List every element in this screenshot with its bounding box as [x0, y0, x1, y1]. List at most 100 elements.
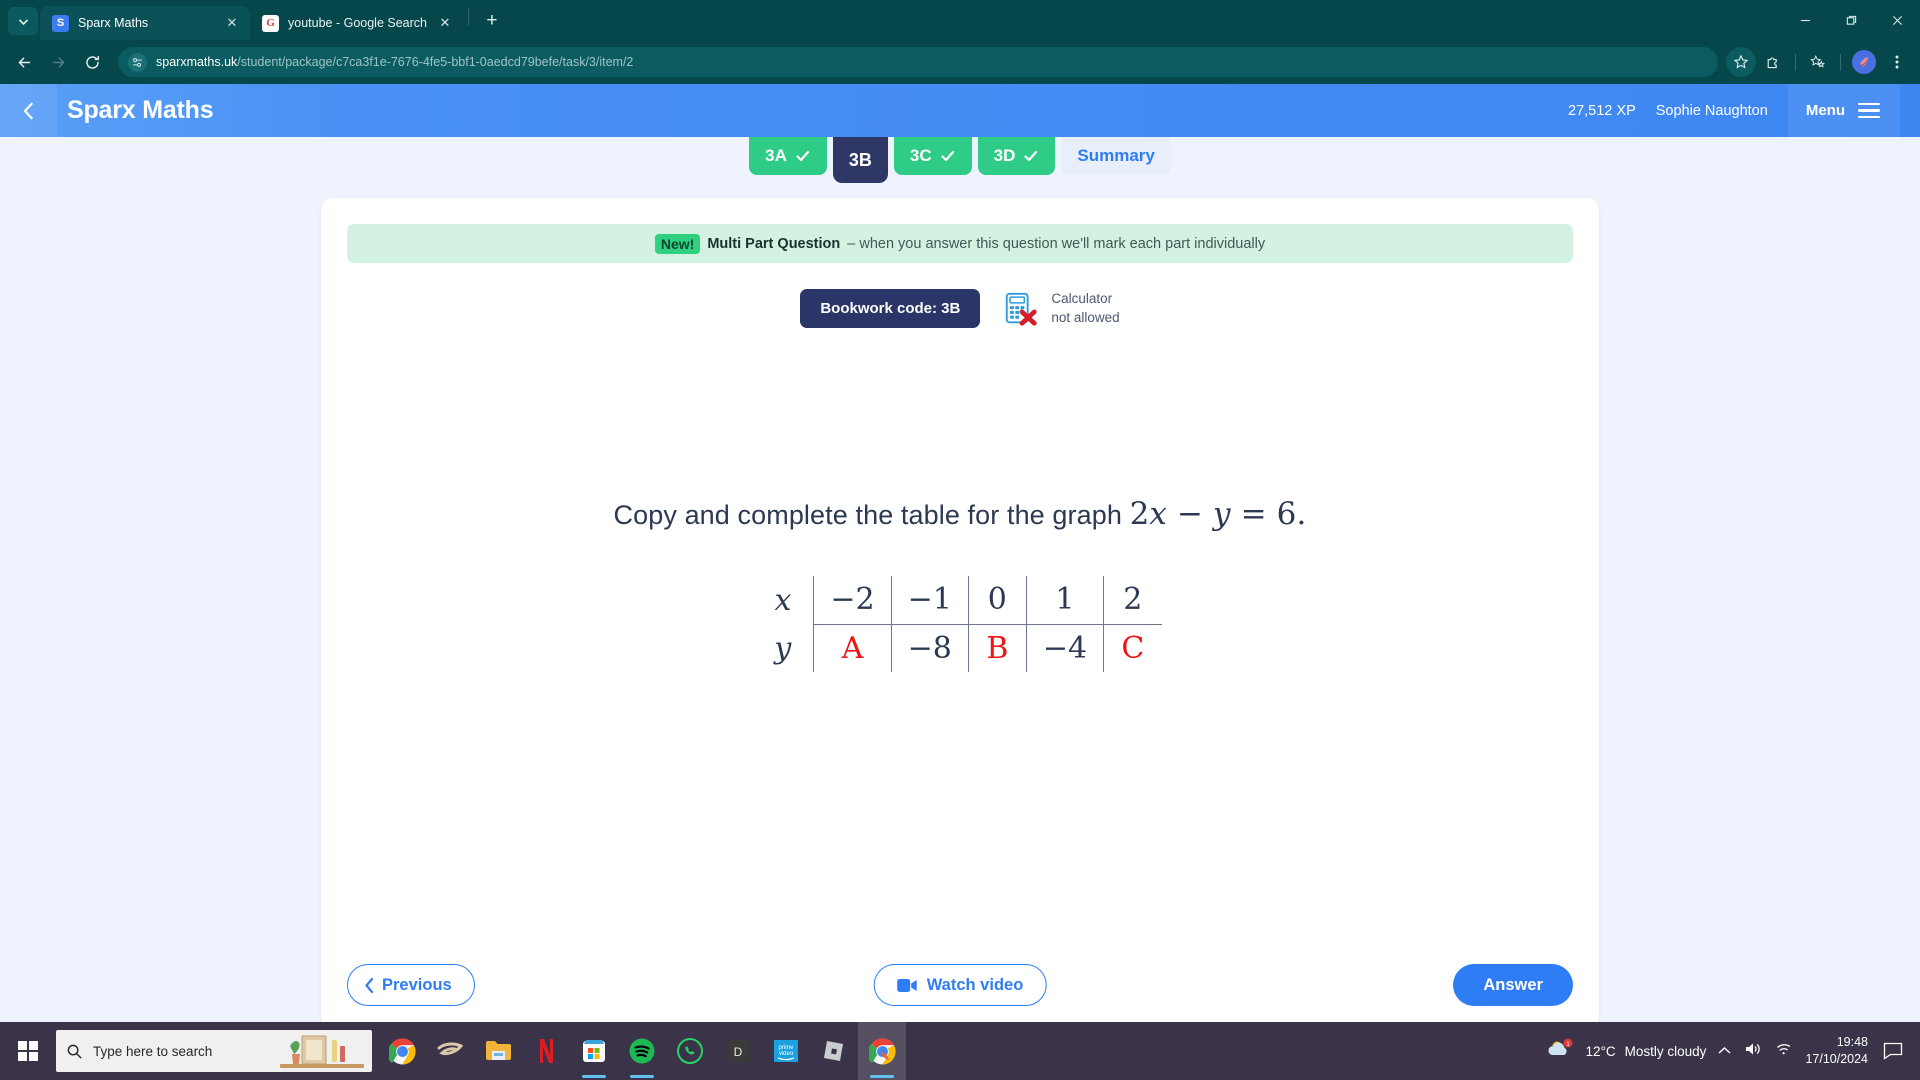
- folder-icon: [485, 1041, 511, 1060]
- table-cell-x-1: −1: [890, 576, 969, 625]
- search-placeholder: Type here to search: [93, 1043, 213, 1059]
- taskbar-app-spiral[interactable]: [426, 1022, 474, 1080]
- wifi-icon[interactable]: [1775, 1041, 1793, 1061]
- forward-icon[interactable]: [42, 46, 74, 78]
- search-icon: [67, 1044, 82, 1059]
- tab-3c[interactable]: 3C: [893, 137, 972, 175]
- menu-label: Menu: [1805, 102, 1845, 119]
- svg-text:video: video: [779, 1051, 794, 1057]
- xp-counter: 27,512 XP: [1568, 102, 1636, 119]
- browser-tabstrip: S Sparx Maths ✕ G youtube - Google Searc…: [0, 0, 1920, 40]
- taskbar-app-file-explorer[interactable]: [474, 1022, 522, 1080]
- table-cell-y-1: −8: [890, 624, 969, 672]
- reload-icon[interactable]: [76, 46, 108, 78]
- banner-title: Multi Part Question: [707, 235, 841, 252]
- question-prompt-text: Copy and complete the table for the grap…: [613, 500, 1122, 530]
- start-button[interactable]: [4, 1022, 52, 1080]
- spiral-icon: [437, 1042, 463, 1056]
- new-tab-button[interactable]: +: [478, 7, 506, 35]
- table-cell-x-2: 0: [967, 576, 1027, 625]
- check-icon: [796, 150, 809, 162]
- equation-coefficient: 2: [1129, 496, 1150, 532]
- tab-search-icon[interactable]: [8, 7, 38, 35]
- previous-button[interactable]: Previous: [347, 964, 475, 1006]
- check-icon: [941, 150, 954, 162]
- tab-divider: [467, 7, 469, 25]
- tab-3b[interactable]: 3B: [832, 137, 888, 183]
- previous-label: Previous: [382, 975, 452, 994]
- watch-video-label: Watch video: [926, 975, 1024, 994]
- url-domain: sparxmaths.uk: [156, 55, 238, 69]
- calculator-line-2: not allowed: [1051, 309, 1120, 325]
- volume-icon[interactable]: [1744, 1041, 1762, 1062]
- tray-icons: [1718, 1041, 1793, 1062]
- question-prompt: Copy and complete the table for the grap…: [614, 496, 1307, 532]
- taskbar-clock[interactable]: 19:48 17/10/2024: [1805, 1034, 1868, 1068]
- question-body: Copy and complete the table for the grap…: [321, 328, 1599, 942]
- minimize-icon[interactable]: [1782, 0, 1828, 40]
- address-bar[interactable]: sparxmaths.uk/student/package/c7ca3f1e-7…: [118, 47, 1718, 77]
- tab-3d[interactable]: 3D: [977, 137, 1056, 175]
- netflix-icon: [540, 1039, 553, 1063]
- equation-x: x: [1149, 496, 1167, 532]
- taskbar-app-chrome[interactable]: [378, 1022, 426, 1080]
- chevron-left-icon: [365, 977, 374, 993]
- microsoft-store-icon: [583, 1040, 605, 1062]
- collections-icon[interactable]: [1803, 47, 1833, 77]
- taskbar-app-prime-video[interactable]: prime video: [762, 1022, 810, 1080]
- weather-widget[interactable]: 1 12°C Mostly cloudy: [1546, 1038, 1706, 1065]
- site-settings-icon[interactable]: [128, 52, 147, 72]
- browser-tab-youtube-search[interactable]: G youtube - Google Search ✕: [250, 6, 463, 40]
- maximize-icon[interactable]: [1828, 0, 1874, 40]
- question-meta: Bookwork code: 3B Calculator not allowed: [321, 289, 1599, 328]
- taskbar-app-netflix[interactable]: [522, 1022, 570, 1080]
- spotify-icon: [629, 1038, 655, 1064]
- question-equation: 2x − y = 6.: [1130, 496, 1307, 532]
- taskbar-apps: D prime video: [378, 1022, 906, 1080]
- extensions-icon[interactable]: [1758, 47, 1788, 77]
- taskbar-app-chrome-active[interactable]: [858, 1022, 906, 1080]
- watch-video-button[interactable]: Watch video: [873, 964, 1047, 1006]
- close-icon[interactable]: ✕: [223, 14, 241, 32]
- browser-tab-sparx-maths[interactable]: S Sparx Maths ✕: [40, 6, 250, 40]
- action-center-icon[interactable]: [1880, 1038, 1906, 1064]
- toolbar-divider: [1840, 53, 1841, 71]
- tab-summary[interactable]: Summary: [1061, 137, 1171, 175]
- show-hidden-icons-chevron[interactable]: [1718, 1042, 1731, 1060]
- taskbar-app-microsoft-store[interactable]: [570, 1022, 618, 1080]
- table-cell-y-a: A: [813, 624, 892, 672]
- bookmark-star-icon[interactable]: [1726, 47, 1756, 77]
- equation-y: y: [1213, 496, 1231, 532]
- close-icon[interactable]: [1874, 0, 1920, 40]
- back-icon[interactable]: [8, 46, 40, 78]
- search-input[interactable]: Type here to search: [56, 1030, 372, 1072]
- close-icon[interactable]: ✕: [436, 14, 454, 32]
- browser-window: S Sparx Maths ✕ G youtube - Google Searc…: [0, 0, 1920, 1022]
- hamburger-icon: [1858, 102, 1880, 119]
- address-bar-url: sparxmaths.uk/student/package/c7ca3f1e-7…: [156, 55, 633, 69]
- tab-label: 3B: [848, 149, 872, 170]
- d-app-icon: D: [727, 1040, 749, 1062]
- row-label-y: y: [774, 630, 792, 666]
- equation-equals: =: [1240, 496, 1267, 532]
- taskbar-app-d[interactable]: D: [714, 1022, 762, 1080]
- menu-button[interactable]: Menu: [1787, 84, 1900, 137]
- table-cell-y-b: B: [967, 624, 1027, 672]
- browser-menu-icon[interactable]: [1882, 47, 1912, 77]
- taskbar-app-spotify[interactable]: [618, 1022, 666, 1080]
- equation-value: 6: [1276, 496, 1297, 532]
- tab-label: 3D: [993, 146, 1016, 165]
- profile-avatar[interactable]: [1852, 50, 1876, 74]
- taskbar-app-whatsapp[interactable]: [666, 1022, 714, 1080]
- app-header-right: 27,512 XP Sophie Naughton Menu: [1568, 84, 1920, 137]
- page-title: Sparx Maths: [67, 96, 214, 124]
- window-controls: [1782, 0, 1920, 40]
- windows-logo-icon: [18, 1041, 38, 1061]
- answer-button[interactable]: Answer: [1453, 964, 1573, 1006]
- tab-3a[interactable]: 3A: [749, 137, 827, 175]
- app-back-button[interactable]: [0, 84, 57, 137]
- multi-part-banner: New! Multi Part Question – when you answ…: [347, 224, 1573, 263]
- taskbar-app-roblox[interactable]: [810, 1022, 858, 1080]
- question-card: New! Multi Part Question – when you answ…: [321, 198, 1599, 1022]
- values-table: x −2 −1 0 1 2 y A −8 B −4 C: [758, 576, 1162, 672]
